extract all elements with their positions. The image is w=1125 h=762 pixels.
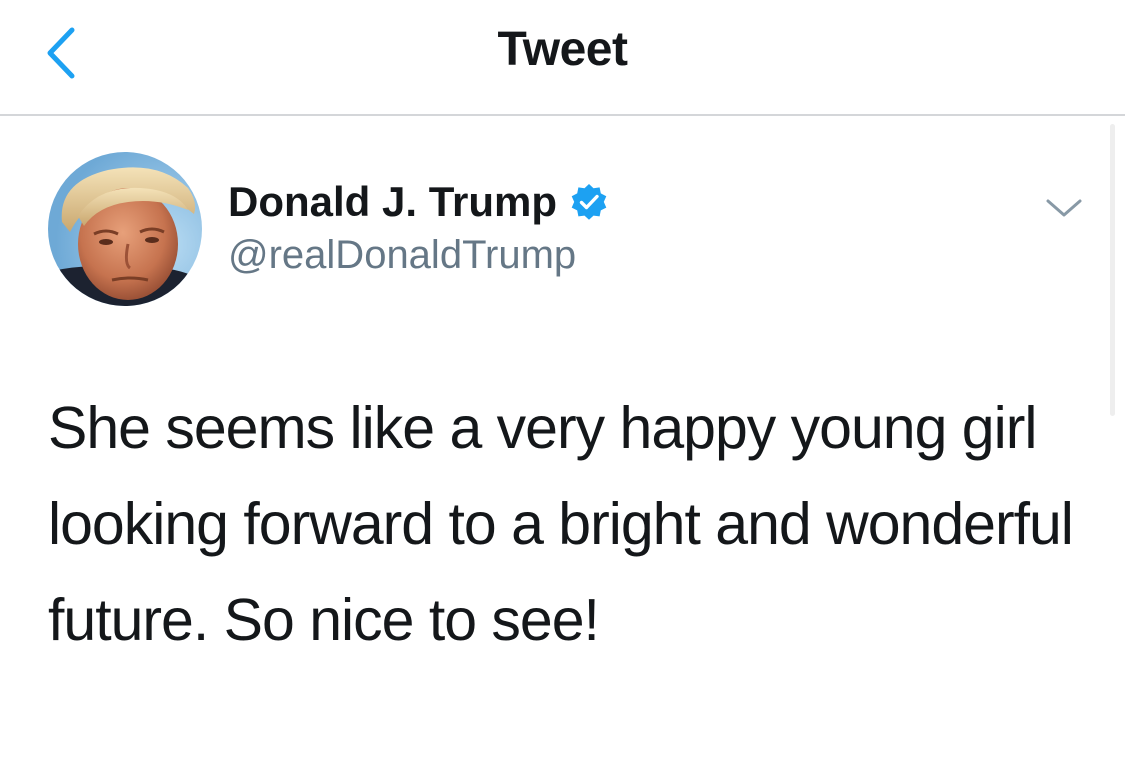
display-name: Donald J. Trump — [228, 178, 558, 225]
tweet-menu-button[interactable] — [1036, 186, 1092, 230]
profile-photo-icon — [48, 152, 202, 306]
avatar[interactable] — [48, 152, 202, 306]
author-handle[interactable]: @realDonaldTrump — [228, 230, 576, 280]
chevron-down-icon — [1046, 199, 1082, 217]
page-title: Tweet — [497, 23, 628, 76]
navigation-bar: Tweet — [0, 0, 1125, 116]
author-name-row[interactable]: Donald J. Trump — [228, 176, 609, 228]
verified-badge-icon — [569, 182, 609, 222]
scrollbar[interactable] — [1110, 124, 1115, 416]
tweet-text: She seems like a very happy young girl l… — [48, 395, 1074, 653]
